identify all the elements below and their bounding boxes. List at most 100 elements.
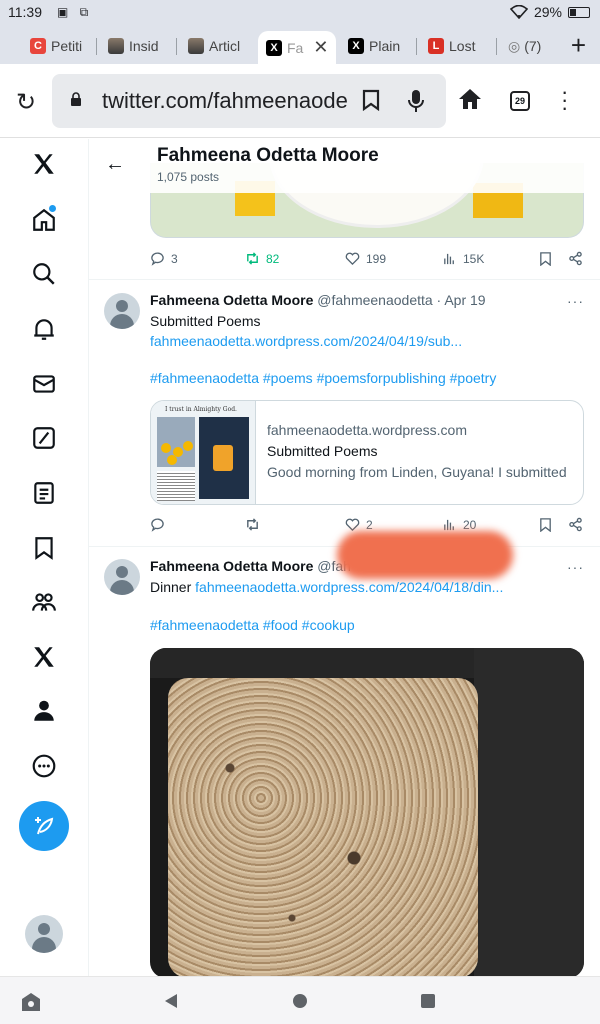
card-description: Good morning from Linden, Guyana! I subm… — [267, 464, 567, 480]
views-chart-icon — [444, 253, 454, 265]
microphone-icon[interactable] — [408, 89, 424, 113]
favicon-icon — [188, 38, 204, 54]
tab-lost[interactable]: L Lost — [428, 31, 486, 61]
post-link[interactable]: fahmeenaodetta.wordpress.com/2024/04/19/… — [150, 333, 462, 349]
tab-active-x[interactable]: X Fa ✕ — [258, 31, 336, 64]
home-circle-icon[interactable] — [292, 993, 308, 1009]
sidebar-item-grok[interactable] — [30, 424, 58, 452]
card-domain: fahmeenaodetta.wordpress.com — [267, 422, 467, 438]
recents-icon[interactable] — [420, 993, 436, 1009]
tab-globe[interactable]: ◎ (7) — [508, 31, 552, 61]
sidebar-item-explore[interactable] — [30, 260, 58, 288]
like-button[interactable]: 199 — [345, 251, 386, 266]
bookmark-icon — [540, 252, 551, 266]
grok-icon — [33, 427, 55, 449]
reply-button[interactable]: 3 — [150, 251, 178, 266]
person-icon — [34, 700, 54, 721]
retweet-button[interactable] — [245, 517, 260, 532]
redaction-mark — [337, 531, 513, 579]
lock-icon — [71, 92, 81, 106]
url-text[interactable]: twitter.com/fahmeenaode — [102, 88, 364, 114]
views-button[interactable]: 15K — [442, 251, 484, 266]
sidebar-item-home[interactable] — [30, 205, 58, 234]
status-bar: 11:39 ▣ ⧉ 29% — [0, 0, 600, 26]
new-tab-button[interactable]: + — [571, 30, 586, 61]
address-bar[interactable]: twitter.com/fahmeenaode — [52, 74, 446, 128]
reload-icon[interactable]: ↻ — [16, 88, 36, 117]
favicon-icon — [108, 38, 124, 54]
more-circle-icon — [32, 754, 56, 778]
sidebar-item-lists[interactable] — [30, 479, 58, 507]
sidebar — [0, 139, 89, 976]
views-button[interactable]: 20 — [442, 517, 476, 532]
post-hashtags[interactable]: #fahmeenaodetta #poems #poemsforpublishi… — [150, 370, 496, 386]
back-icon[interactable] — [163, 993, 179, 1009]
author-name[interactable]: Fahmeena Odetta Moore — [150, 292, 313, 308]
assistant-icon[interactable] — [20, 991, 42, 1013]
post-hashtags[interactable]: #fahmeenaodetta #food #cookup — [150, 617, 355, 633]
compose-post-button[interactable] — [19, 801, 69, 851]
sidebar-item-premium[interactable] — [30, 643, 58, 671]
tab-label: Plain — [369, 38, 401, 54]
x-logo-icon: X — [348, 38, 364, 54]
sidebar-item-communities[interactable] — [30, 588, 58, 616]
more-options-icon[interactable]: ··· — [567, 559, 584, 575]
tab-label: (7) — [524, 38, 542, 54]
sidebar-item-notifications[interactable] — [30, 315, 58, 343]
wifi-icon — [509, 5, 528, 19]
communities-icon — [32, 593, 56, 611]
browser-menu-icon[interactable]: · · · — [561, 81, 568, 119]
tab-petiti[interactable]: C Petiti — [30, 31, 86, 61]
home-icon[interactable] — [458, 88, 482, 110]
globe-icon: ◎ — [508, 37, 521, 54]
tab-switcher-button[interactable]: 29 — [510, 91, 530, 111]
post-link[interactable]: fahmeenaodetta.wordpress.com/2024/04/18/… — [195, 579, 503, 595]
share-button[interactable] — [568, 517, 583, 532]
back-arrow-icon[interactable]: ← — [105, 153, 125, 176]
sidebar-item-more[interactable] — [30, 752, 58, 780]
retweet-icon — [247, 518, 258, 531]
sidebar-item-bookmarks[interactable] — [30, 534, 58, 562]
search-icon — [33, 263, 55, 285]
tab-plain[interactable]: X Plain — [348, 31, 408, 61]
author-handle-time[interactable]: @fahmeenaodetta · Apr 19 — [317, 292, 485, 308]
post-count: 1,075 posts — [157, 170, 220, 184]
favicon-icon: C — [30, 38, 46, 54]
tab-insider[interactable]: Insid — [108, 31, 166, 61]
post-image-food[interactable] — [150, 648, 584, 976]
profile-timeline: ← Fahmeena Odetta Moore 1,075 posts 3 82… — [89, 139, 600, 976]
notification-dot — [49, 205, 56, 212]
bookmark-button[interactable] — [538, 517, 553, 532]
card-thumbnail: I trust in Almighty God. — [151, 401, 256, 504]
like-button[interactable]: 2 — [345, 517, 373, 532]
x-logo-icon: X — [266, 39, 282, 56]
list-icon — [34, 482, 54, 504]
share-icon — [569, 517, 582, 532]
more-options-icon[interactable]: ··· — [567, 293, 584, 309]
battery-percent: 29% — [533, 4, 562, 20]
link-preview-card[interactable]: I trust in Almighty God. fahmeenaodetta.… — [150, 400, 584, 505]
share-button[interactable] — [568, 251, 583, 266]
profile-name: Fahmeena Odetta Moore — [157, 145, 379, 166]
avatar[interactable] — [104, 293, 140, 329]
favicon-icon: L — [428, 38, 444, 54]
account-avatar[interactable] — [25, 915, 63, 953]
post-text: Submitted Poems — [150, 313, 261, 329]
tab-article[interactable]: Articl — [188, 31, 248, 61]
avatar[interactable] — [104, 559, 140, 595]
notification-icons: ▣ ⧉ — [57, 5, 93, 19]
sidebar-item-messages[interactable] — [30, 370, 58, 398]
author-name[interactable]: Fahmeena Odetta Moore — [150, 558, 313, 574]
reply-button[interactable] — [150, 517, 165, 532]
x-logo-icon[interactable] — [30, 150, 58, 178]
bell-icon — [34, 319, 54, 340]
bookmark-button[interactable] — [538, 251, 553, 266]
tab-label: Articl — [209, 38, 241, 54]
retweet-button[interactable]: 82 — [245, 251, 279, 266]
browser-toolbar: ↻ twitter.com/fahmeenaode 29 · · · — [0, 64, 600, 138]
close-tab-icon[interactable]: ✕ — [313, 37, 328, 58]
bookmark-star-icon[interactable] — [362, 89, 380, 111]
mail-icon — [33, 375, 55, 393]
sidebar-item-profile[interactable] — [30, 697, 58, 725]
bookmark-icon — [540, 518, 551, 532]
